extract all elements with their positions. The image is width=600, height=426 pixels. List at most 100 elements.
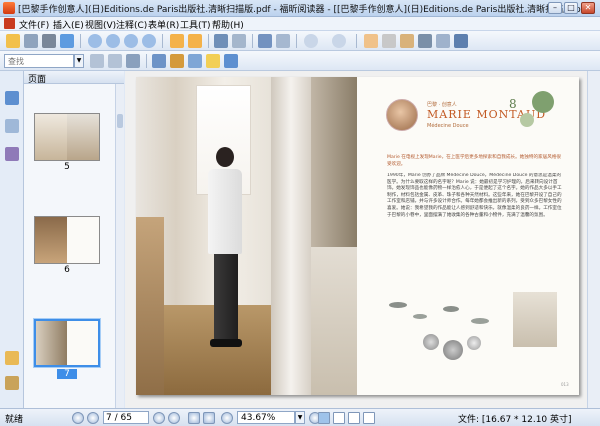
document-size: 文件: [16.67 * 12.10 英寸] [458, 415, 572, 425]
portrait-avatar [386, 99, 418, 131]
page-thumbnails-panel: 页面 5 6 7 [24, 71, 124, 408]
toolbar-separator [162, 34, 163, 48]
page-thumbnail-5[interactable] [34, 113, 100, 161]
menu-view[interactable]: 视图(V) [85, 18, 116, 31]
page-text-side: 巴黎 · 创意人 MARIE MONTAUD Médecine Douce 8 … [357, 77, 579, 395]
hand-tool-icon[interactable] [364, 34, 378, 48]
page-number-input[interactable] [103, 411, 149, 424]
typewriter-icon[interactable] [436, 34, 450, 48]
document-scrollbar[interactable] [587, 71, 600, 408]
bookmarks-icon[interactable] [5, 91, 19, 105]
zoom-level-input[interactable] [237, 411, 295, 424]
find-next-icon[interactable] [108, 54, 122, 68]
fit-page-icon[interactable] [258, 34, 272, 48]
save-icon[interactable] [24, 34, 38, 48]
zoom-out-button-icon[interactable] [304, 34, 318, 48]
page-thumbnail-6[interactable] [34, 216, 100, 264]
lamp-object [467, 336, 481, 350]
article-body: 1990年，Marie 创办了品牌 Médecine Douce，Médecin… [387, 173, 562, 218]
pdf-page-spread: 巴黎 · 创意人 MARIE MONTAUD Médecine Douce 8 … [136, 77, 579, 395]
forward-arrow-icon[interactable] [188, 34, 202, 48]
photo-person-shoes [210, 339, 242, 347]
next-page-icon[interactable] [124, 34, 138, 48]
photo-person [216, 147, 234, 167]
back-arrow-icon[interactable] [170, 34, 184, 48]
continuous-view-icon[interactable] [333, 412, 345, 424]
fit-width-icon[interactable] [276, 34, 290, 48]
minimize-button[interactable]: – [548, 2, 562, 14]
page-folio: 013 [561, 382, 569, 387]
rotate-icon[interactable] [214, 34, 228, 48]
previous-page-nav-icon[interactable] [87, 412, 99, 424]
menu-comment[interactable]: 注释(C) [116, 18, 147, 31]
photo-person-legs [214, 254, 238, 339]
document-view[interactable]: 巴黎 · 创意人 MARIE MONTAUD Médecine Douce 8 … [125, 71, 587, 408]
search-options-icon[interactable] [126, 54, 140, 68]
toolbar-separator [146, 54, 147, 68]
email-icon[interactable] [60, 34, 74, 48]
previous-page-icon[interactable] [106, 34, 120, 48]
menu-form[interactable]: 表单(R) [148, 18, 179, 31]
print-icon[interactable] [42, 34, 56, 48]
chevron-down-icon[interactable]: ▼ [74, 54, 84, 68]
menu-insert[interactable]: 插入(E) [53, 18, 84, 31]
forward-nav-icon[interactable] [203, 412, 215, 424]
text-tool-icon[interactable] [454, 34, 468, 48]
balloon-illustration [532, 91, 554, 113]
thumbnail-label: 5 [64, 162, 70, 172]
search-input[interactable] [4, 54, 74, 68]
zoom-in-button-icon[interactable] [332, 34, 346, 48]
back-nav-icon[interactable] [188, 412, 200, 424]
continuous-facing-view-icon[interactable] [363, 412, 375, 424]
status-ready: 就绪 [5, 415, 24, 425]
main-toolbar [0, 31, 600, 51]
toolbar-separator [208, 34, 209, 48]
thumbnail-left-image [35, 114, 67, 160]
highlight-icon[interactable] [170, 54, 184, 68]
binoculars-icon[interactable] [418, 34, 432, 48]
close-button[interactable]: ✕ [581, 2, 595, 14]
thumbnail-left-image [36, 321, 67, 365]
zoom-in-icon[interactable] [232, 34, 246, 48]
annotation-icon[interactable] [152, 54, 166, 68]
layers-icon[interactable] [5, 147, 19, 161]
menu-help[interactable]: 帮助(H) [212, 18, 244, 31]
app-icon [3, 2, 15, 14]
thumbnail-right-text [67, 321, 98, 365]
photo-person-body [208, 169, 242, 254]
last-page-nav-icon[interactable] [168, 412, 180, 424]
open-folder-icon[interactable] [6, 34, 20, 48]
chevron-down-icon[interactable]: ▼ [295, 411, 305, 424]
status-bar: 就绪 ▼ 文件: [16.67 * 12.10 英寸] [0, 408, 600, 426]
first-page-icon[interactable] [88, 34, 102, 48]
text-box-icon[interactable] [188, 54, 202, 68]
zoom-out-status-icon[interactable] [221, 412, 233, 424]
designer-subtitle: Médecine Douce [427, 123, 469, 129]
paperclip-icon[interactable] [5, 376, 19, 390]
pdf-icon [4, 18, 15, 29]
select-text-icon[interactable] [382, 34, 396, 48]
attachments-icon[interactable] [5, 351, 19, 365]
lamp-object [443, 340, 463, 360]
last-page-icon[interactable] [142, 34, 156, 48]
find-previous-icon[interactable] [90, 54, 104, 68]
next-page-nav-icon[interactable] [153, 412, 165, 424]
arrow-pointer-icon[interactable] [224, 54, 238, 68]
thumbnail-left-image [35, 217, 67, 263]
single-page-view-icon[interactable] [318, 412, 330, 424]
menu-tools[interactable]: 工具(T) [180, 18, 211, 31]
note-icon[interactable] [206, 54, 220, 68]
first-page-nav-icon[interactable] [72, 412, 84, 424]
thumbnails-scrollbar[interactable] [115, 84, 124, 408]
scrollbar-thumb[interactable] [117, 114, 123, 128]
snapshot-icon[interactable] [400, 34, 414, 48]
fish-object [443, 306, 459, 312]
pages-icon[interactable] [5, 119, 19, 133]
page-thumbnail-7[interactable] [34, 319, 100, 367]
menu-file[interactable]: 文件(F) [19, 18, 49, 31]
photo-cabinet [136, 217, 164, 395]
title-bar: [巴黎手作创意人](日)Editions.de Paris出版社.清晰扫描版.p… [0, 0, 600, 17]
facing-view-icon[interactable] [348, 412, 360, 424]
fish-object [389, 302, 407, 308]
maximize-button[interactable]: □ [564, 2, 578, 14]
